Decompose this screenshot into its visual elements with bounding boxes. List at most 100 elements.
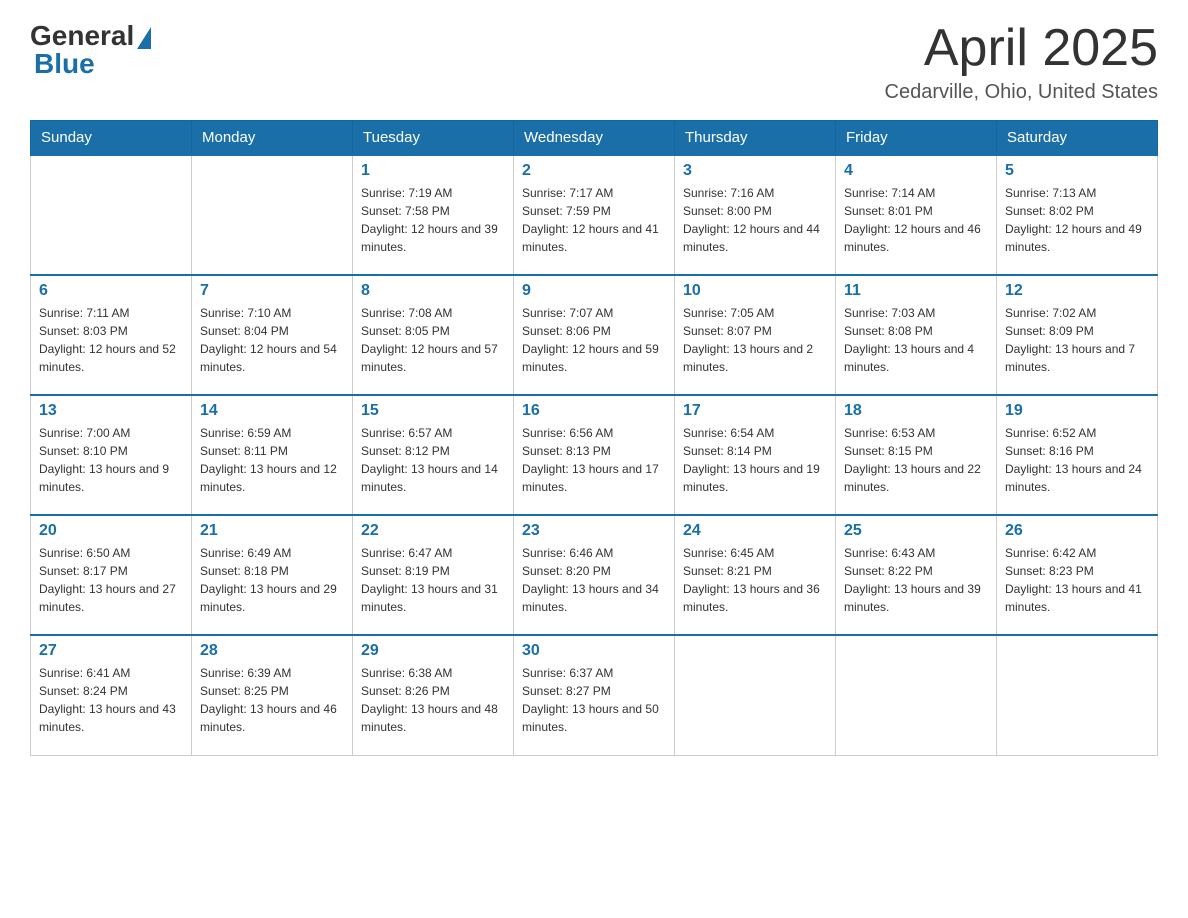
calendar-header-tuesday: Tuesday (353, 121, 514, 156)
cell-sun-info: Sunrise: 7:17 AM Sunset: 7:59 PM Dayligh… (522, 184, 666, 256)
cell-day-number: 2 (522, 162, 666, 180)
cell-day-number: 7 (200, 282, 344, 300)
cell-sun-info: Sunrise: 6:56 AM Sunset: 8:13 PM Dayligh… (522, 424, 666, 496)
calendar-week-row: 6 Sunrise: 7:11 AM Sunset: 8:03 PM Daylig… (31, 275, 1158, 395)
cell-sun-info: Sunrise: 6:49 AM Sunset: 8:18 PM Dayligh… (200, 544, 344, 616)
calendar-cell: 22 Sunrise: 6:47 AM Sunset: 8:19 PM Dayli… (353, 515, 514, 635)
calendar-cell (192, 155, 353, 275)
cell-sun-info: Sunrise: 7:13 AM Sunset: 8:02 PM Dayligh… (1005, 184, 1149, 256)
calendar-cell: 21 Sunrise: 6:49 AM Sunset: 8:18 PM Dayli… (192, 515, 353, 635)
cell-sun-info: Sunrise: 6:57 AM Sunset: 8:12 PM Dayligh… (361, 424, 505, 496)
cell-sun-info: Sunrise: 6:52 AM Sunset: 8:16 PM Dayligh… (1005, 424, 1149, 496)
calendar-week-row: 13 Sunrise: 7:00 AM Sunset: 8:10 PM Dayli… (31, 395, 1158, 515)
calendar-cell: 29 Sunrise: 6:38 AM Sunset: 8:26 PM Dayli… (353, 635, 514, 755)
cell-day-number: 23 (522, 522, 666, 540)
calendar-header-saturday: Saturday (997, 121, 1158, 156)
cell-day-number: 13 (39, 402, 183, 420)
cell-day-number: 20 (39, 522, 183, 540)
cell-sun-info: Sunrise: 7:07 AM Sunset: 8:06 PM Dayligh… (522, 304, 666, 376)
calendar-cell: 5 Sunrise: 7:13 AM Sunset: 8:02 PM Daylig… (997, 155, 1158, 275)
cell-day-number: 28 (200, 642, 344, 660)
cell-sun-info: Sunrise: 7:03 AM Sunset: 8:08 PM Dayligh… (844, 304, 988, 376)
cell-day-number: 14 (200, 402, 344, 420)
calendar-cell: 16Sunrise: 6:56 AM Sunset: 8:13 PM Dayli… (514, 395, 675, 515)
calendar-header-monday: Monday (192, 121, 353, 156)
cell-sun-info: Sunrise: 6:42 AM Sunset: 8:23 PM Dayligh… (1005, 544, 1149, 616)
cell-sun-info: Sunrise: 6:45 AM Sunset: 8:21 PM Dayligh… (683, 544, 827, 616)
calendar-cell: 17Sunrise: 6:54 AM Sunset: 8:14 PM Dayli… (675, 395, 836, 515)
cell-sun-info: Sunrise: 7:16 AM Sunset: 8:00 PM Dayligh… (683, 184, 827, 256)
month-year-title: April 2025 (885, 20, 1158, 77)
cell-day-number: 25 (844, 522, 988, 540)
cell-day-number: 21 (200, 522, 344, 540)
cell-day-number: 8 (361, 282, 505, 300)
cell-sun-info: Sunrise: 7:10 AM Sunset: 8:04 PM Dayligh… (200, 304, 344, 376)
calendar-cell (836, 635, 997, 755)
cell-day-number: 10 (683, 282, 827, 300)
calendar-cell: 3Sunrise: 7:16 AM Sunset: 8:00 PM Daylig… (675, 155, 836, 275)
calendar-cell: 15 Sunrise: 6:57 AM Sunset: 8:12 PM Dayli… (353, 395, 514, 515)
calendar-cell: 24 Sunrise: 6:45 AM Sunset: 8:21 PM Dayli… (675, 515, 836, 635)
cell-day-number: 19 (1005, 402, 1149, 420)
calendar-cell: 27Sunrise: 6:41 AM Sunset: 8:24 PM Dayli… (31, 635, 192, 755)
cell-day-number: 30 (522, 642, 666, 660)
logo: General Blue (30, 20, 151, 80)
calendar-cell (675, 635, 836, 755)
cell-sun-info: Sunrise: 6:54 AM Sunset: 8:14 PM Dayligh… (683, 424, 827, 496)
cell-day-number: 6 (39, 282, 183, 300)
calendar-cell: 25 Sunrise: 6:43 AM Sunset: 8:22 PM Dayli… (836, 515, 997, 635)
calendar-week-row: 20 Sunrise: 6:50 AM Sunset: 8:17 PM Dayli… (31, 515, 1158, 635)
calendar-cell: 10Sunrise: 7:05 AM Sunset: 8:07 PM Dayli… (675, 275, 836, 395)
cell-sun-info: Sunrise: 6:41 AM Sunset: 8:24 PM Dayligh… (39, 664, 183, 736)
calendar-week-row: 1 Sunrise: 7:19 AM Sunset: 7:58 PM Daylig… (31, 155, 1158, 275)
cell-sun-info: Sunrise: 7:14 AM Sunset: 8:01 PM Dayligh… (844, 184, 988, 256)
cell-sun-info: Sunrise: 6:53 AM Sunset: 8:15 PM Dayligh… (844, 424, 988, 496)
cell-day-number: 15 (361, 402, 505, 420)
page-header: General Blue April 2025 Cedarville, Ohio… (30, 20, 1158, 104)
calendar-header-row: SundayMondayTuesdayWednesdayThursdayFrid… (31, 121, 1158, 156)
calendar-cell: 12Sunrise: 7:02 AM Sunset: 8:09 PM Dayli… (997, 275, 1158, 395)
cell-sun-info: Sunrise: 6:47 AM Sunset: 8:19 PM Dayligh… (361, 544, 505, 616)
calendar-cell: 2 Sunrise: 7:17 AM Sunset: 7:59 PM Daylig… (514, 155, 675, 275)
calendar-cell: 9Sunrise: 7:07 AM Sunset: 8:06 PM Daylig… (514, 275, 675, 395)
cell-day-number: 29 (361, 642, 505, 660)
calendar-cell: 26Sunrise: 6:42 AM Sunset: 8:23 PM Dayli… (997, 515, 1158, 635)
calendar-header-wednesday: Wednesday (514, 121, 675, 156)
calendar-cell: 30 Sunrise: 6:37 AM Sunset: 8:27 PM Dayli… (514, 635, 675, 755)
cell-day-number: 1 (361, 162, 505, 180)
calendar-table: SundayMondayTuesdayWednesdayThursdayFrid… (30, 120, 1158, 756)
calendar-header-thursday: Thursday (675, 121, 836, 156)
cell-sun-info: Sunrise: 7:11 AM Sunset: 8:03 PM Dayligh… (39, 304, 183, 376)
cell-sun-info: Sunrise: 6:38 AM Sunset: 8:26 PM Dayligh… (361, 664, 505, 736)
cell-sun-info: Sunrise: 7:19 AM Sunset: 7:58 PM Dayligh… (361, 184, 505, 256)
cell-sun-info: Sunrise: 6:50 AM Sunset: 8:17 PM Dayligh… (39, 544, 183, 616)
calendar-cell: 14 Sunrise: 6:59 AM Sunset: 8:11 PM Dayli… (192, 395, 353, 515)
calendar-cell: 28Sunrise: 6:39 AM Sunset: 8:25 PM Dayli… (192, 635, 353, 755)
cell-sun-info: Sunrise: 6:59 AM Sunset: 8:11 PM Dayligh… (200, 424, 344, 496)
calendar-cell: 23 Sunrise: 6:46 AM Sunset: 8:20 PM Dayli… (514, 515, 675, 635)
location-subtitle: Cedarville, Ohio, United States (885, 81, 1158, 104)
cell-sun-info: Sunrise: 7:00 AM Sunset: 8:10 PM Dayligh… (39, 424, 183, 496)
calendar-cell: 13 Sunrise: 7:00 AM Sunset: 8:10 PM Dayli… (31, 395, 192, 515)
calendar-cell: 20 Sunrise: 6:50 AM Sunset: 8:17 PM Dayli… (31, 515, 192, 635)
cell-sun-info: Sunrise: 7:02 AM Sunset: 8:09 PM Dayligh… (1005, 304, 1149, 376)
calendar-cell: 11Sunrise: 7:03 AM Sunset: 8:08 PM Dayli… (836, 275, 997, 395)
cell-sun-info: Sunrise: 6:43 AM Sunset: 8:22 PM Dayligh… (844, 544, 988, 616)
calendar-header-friday: Friday (836, 121, 997, 156)
cell-sun-info: Sunrise: 7:08 AM Sunset: 8:05 PM Dayligh… (361, 304, 505, 376)
calendar-cell: 7 Sunrise: 7:10 AM Sunset: 8:04 PM Daylig… (192, 275, 353, 395)
cell-sun-info: Sunrise: 6:37 AM Sunset: 8:27 PM Dayligh… (522, 664, 666, 736)
title-block: April 2025 Cedarville, Ohio, United Stat… (885, 20, 1158, 104)
cell-sun-info: Sunrise: 6:46 AM Sunset: 8:20 PM Dayligh… (522, 544, 666, 616)
calendar-cell: 19 Sunrise: 6:52 AM Sunset: 8:16 PM Dayli… (997, 395, 1158, 515)
calendar-cell (997, 635, 1158, 755)
cell-day-number: 4 (844, 162, 988, 180)
calendar-cell: 18 Sunrise: 6:53 AM Sunset: 8:15 PM Dayli… (836, 395, 997, 515)
cell-day-number: 22 (361, 522, 505, 540)
cell-day-number: 5 (1005, 162, 1149, 180)
calendar-header-sunday: Sunday (31, 121, 192, 156)
logo-blue-text: Blue (30, 48, 95, 80)
cell-day-number: 18 (844, 402, 988, 420)
cell-day-number: 24 (683, 522, 827, 540)
logo-triangle-icon (137, 27, 151, 49)
